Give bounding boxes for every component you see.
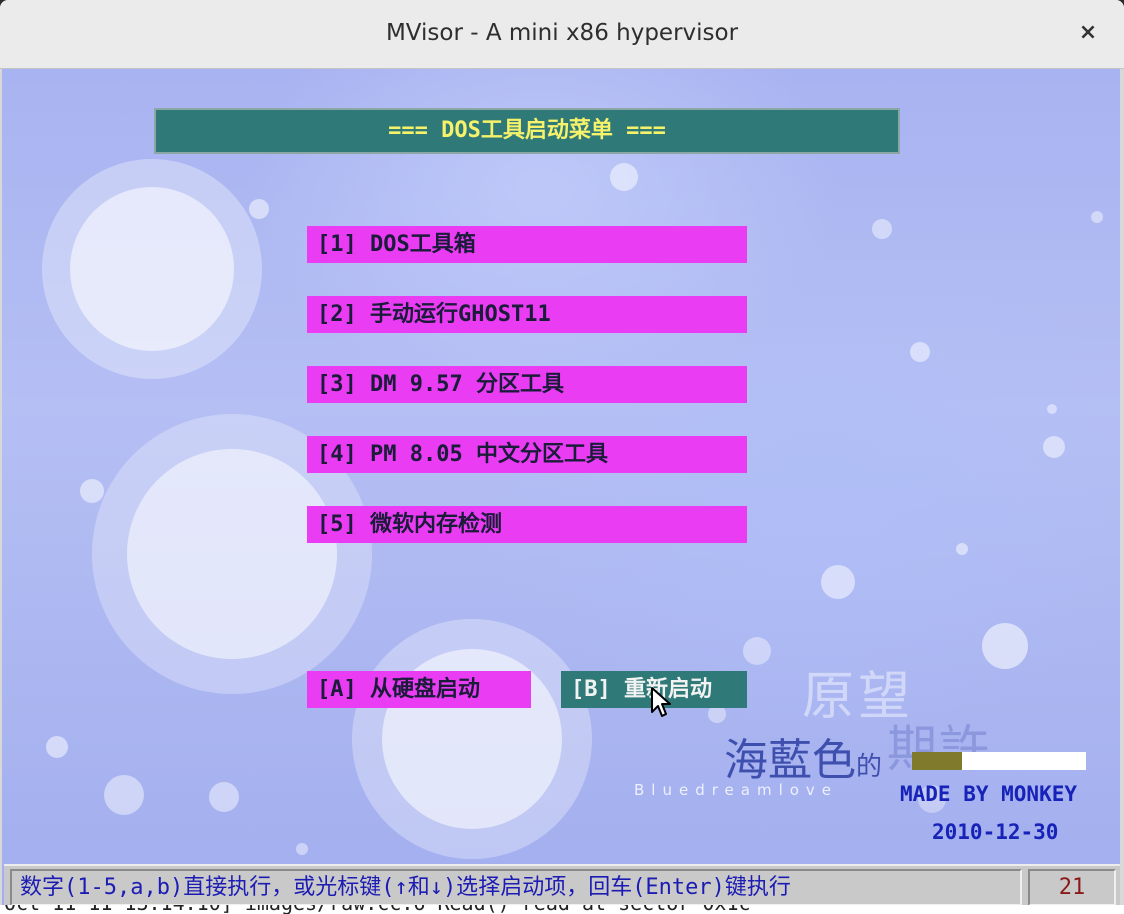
menu-item-ghost11[interactable]: [2] 手动运行GHOST11 xyxy=(307,296,747,333)
console-output: Oct 11 11 13:14:10] images/raw.cc:6 Read… xyxy=(0,905,1124,914)
logo-main-text: 海藍色的 xyxy=(724,724,882,788)
credit-text: MADE BY MONKEY xyxy=(900,782,1078,806)
build-date: 2010-12-30 xyxy=(932,820,1059,844)
countdown-timer: 21 xyxy=(1028,869,1116,906)
title-bar: MVisor - A mini x86 hypervisor × xyxy=(0,0,1124,69)
progress-fill xyxy=(912,752,963,770)
logo-de-char: 的 xyxy=(856,752,883,782)
boot-from-hdd-button[interactable]: [A] 从硬盘启动 xyxy=(307,671,531,708)
status-hint-text: 数字(1-5,a,b)直接执行，或光标键(↑和↓)选择启动项，回车(Enter)… xyxy=(10,869,1022,906)
mouse-pointer-icon xyxy=(651,687,671,717)
logo-watermark-qi: 期許 xyxy=(887,720,991,778)
menu-item-pm-partition[interactable]: [4] PM 8.05 中文分区工具 xyxy=(307,436,747,473)
close-icon[interactable]: × xyxy=(1076,20,1100,46)
countdown-progress-bar xyxy=(912,752,1086,770)
menu-item-dm-partition[interactable]: [3] DM 9.57 分区工具 xyxy=(307,366,747,403)
mvisor-window: MVisor - A mini x86 hypervisor × === DOS… xyxy=(0,0,1124,914)
menu-item-memtest[interactable]: [5] 微软内存检测 xyxy=(307,506,747,543)
boot-menu-banner: === DOS工具启动菜单 === xyxy=(154,108,900,154)
logo-main-word: 海藍色 xyxy=(724,735,856,786)
window-title: MVisor - A mini x86 hypervisor xyxy=(385,20,739,46)
menu-item-dos-toolbox[interactable]: [1] DOS工具箱 xyxy=(307,226,747,263)
logo-subtitle: Bluedreamlove xyxy=(634,781,839,799)
boot-status-bar: 数字(1-5,a,b)直接执行，或光标键(↑和↓)选择启动项，回车(Enter)… xyxy=(4,864,1120,909)
vm-screen[interactable]: === DOS工具启动菜单 === [1] DOS工具箱 [2] 手动运行GHO… xyxy=(2,69,1120,914)
console-line: Oct 11 11 13:14:10] images/raw.cc:6 Read… xyxy=(4,905,751,913)
